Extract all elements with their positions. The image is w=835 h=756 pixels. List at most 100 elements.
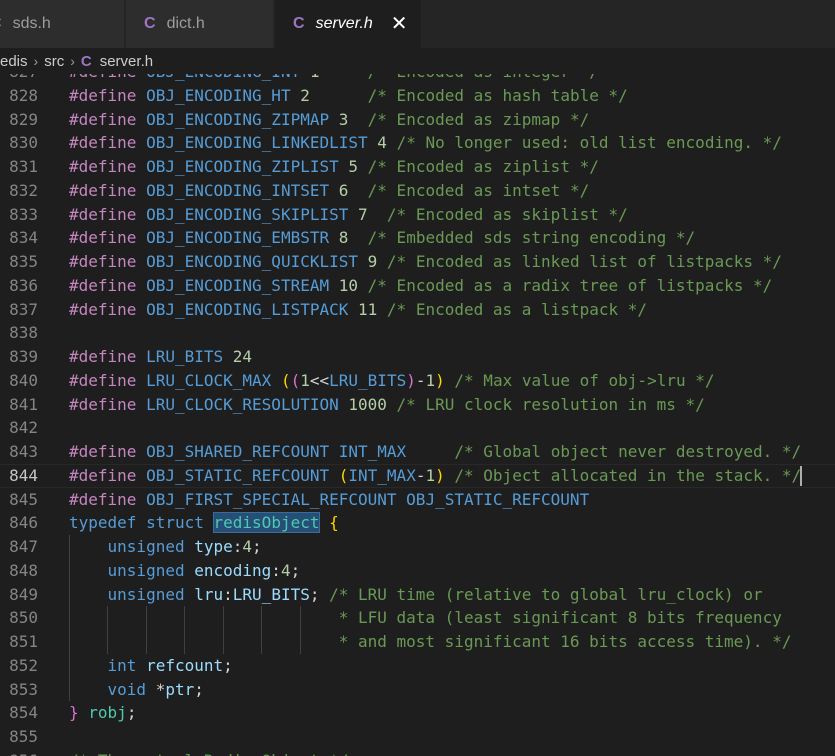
code-line[interactable]: 828 #define OBJ_ENCODING_HT 2 /* Encoded …	[0, 84, 835, 108]
code-text: typedef struct redisObject {	[69, 512, 339, 534]
code-line[interactable]: 829 #define OBJ_ENCODING_ZIPMAP 3 /* Enco…	[0, 108, 835, 132]
line-number: 831	[9, 157, 38, 176]
code-line[interactable]: 840 #define LRU_CLOCK_MAX ((1<<LRU_BITS)-…	[0, 369, 835, 393]
code-line[interactable]: 836 #define OBJ_ENCODING_STREAM 10 /* Enc…	[0, 274, 835, 298]
line-number: 844	[9, 465, 38, 485]
code-line[interactable]: 844 #define OBJ_STATIC_REFCOUNT (INT_MAX-…	[0, 464, 835, 488]
highlighted-symbol: redisObject	[212, 512, 321, 534]
code-line[interactable]: 852 int refcount;	[0, 654, 835, 678]
code-text: unsigned type:4;	[107, 537, 262, 556]
line-number: 827	[0, 74, 38, 84]
indent-guide	[69, 582, 70, 607]
code-line[interactable]: 854} robj;	[0, 701, 835, 725]
code-line[interactable]: 849 unsigned lru:LRU_BITS; /* LRU time (…	[0, 583, 835, 607]
code-line[interactable]: 832 #define OBJ_ENCODING_INTSET 6 /* Enco…	[0, 179, 835, 203]
code-text: void *ptr;	[107, 679, 204, 699]
tab-sds-h[interactable]: C sds.h	[0, 0, 125, 48]
line-number: 834	[9, 228, 38, 248]
c-file-icon: C	[0, 15, 2, 33]
code-line[interactable]: 831 #define OBJ_ENCODING_ZIPLIST 5 /* Enc…	[0, 155, 835, 179]
code-line[interactable]: 845 #define OBJ_FIRST_SPECIAL_REFCOUNT OB…	[0, 488, 835, 512]
close-tab-icon[interactable]: ✕	[391, 14, 408, 34]
code-line[interactable]: 853 void *ptr;	[0, 678, 835, 702]
line-number: 839	[9, 347, 38, 366]
indent-guide	[69, 535, 70, 559]
code-text: #define OBJ_ENCODING_INTSET 6 /* Encoded…	[69, 180, 590, 200]
code-text: #define LRU_CLOCK_MAX ((1<<LRU_BITS)-1) …	[69, 370, 715, 390]
code-line[interactable]: 838	[0, 321, 835, 345]
chevron-right-icon: ›	[70, 53, 75, 69]
line-number: 841	[9, 394, 38, 414]
indent-guide	[69, 630, 70, 654]
code-editor[interactable]: 827 #define OBJ_ENCODING_INT 1 /* Encoded…	[0, 74, 835, 756]
indent-guide	[145, 630, 147, 654]
line-number: 832	[9, 180, 38, 200]
indent-guide	[145, 606, 147, 630]
code-text: #define OBJ_STATIC_REFCOUNT (INT_MAX-1) …	[69, 465, 802, 485]
code-line[interactable]: 841 #define LRU_CLOCK_RESOLUTION 1000 /* …	[0, 393, 835, 417]
line-number: 847	[9, 537, 38, 556]
indent-guide	[107, 630, 109, 654]
code-text: #define OBJ_FIRST_SPECIAL_REFCOUNT OBJ_S…	[69, 489, 590, 509]
code-line[interactable]: 833 #define OBJ_ENCODING_SKIPLIST 7 /* En…	[0, 203, 835, 227]
code-text: * LFU data (least significant 8 bits fre…	[69, 608, 782, 628]
code-text: #define OBJ_ENCODING_ZIPLIST 5 /* Encode…	[69, 157, 599, 176]
code-line[interactable]: 847 unsigned type:4;	[0, 535, 835, 559]
code-text: #define OBJ_ENCODING_LISTPACK 11 /* Enco…	[69, 299, 648, 319]
indent-guide	[261, 606, 263, 630]
code-line[interactable]: 827 #define OBJ_ENCODING_INT 1 /* Encoded…	[0, 74, 835, 84]
line-number: 848	[9, 560, 38, 580]
line-number: 856	[0, 749, 38, 756]
code-text: /* The actual Redis Object */	[69, 749, 348, 756]
indent-guide	[69, 653, 70, 678]
code-text: #define OBJ_ENCODING_HT 2 /* Encoded as …	[69, 85, 628, 105]
indent-guide	[69, 606, 70, 630]
breadcrumb-file[interactable]: server.h	[100, 53, 153, 70]
code-line[interactable]: 843 #define OBJ_SHARED_REFCOUNT INT_MAX /…	[0, 440, 835, 464]
breadcrumb-folder-src[interactable]: src	[44, 53, 64, 70]
code-line[interactable]: 851 * and most significant 16 bits acces…	[0, 630, 835, 654]
code-line[interactable]: 850 * LFU data (least significant 8 bits…	[0, 606, 835, 630]
code-text: #define OBJ_ENCODING_LINKEDLIST 4 /* No …	[69, 133, 782, 153]
indent-guide	[184, 630, 186, 654]
code-line[interactable]: 830 #define OBJ_ENCODING_LINKEDLIST 4 /* …	[0, 131, 835, 155]
code-text: #define OBJ_ENCODING_ZIPMAP 3 /* Encoded…	[69, 109, 590, 129]
line-number: 835	[9, 252, 38, 271]
line-number: 855	[9, 727, 38, 746]
code-text: } robj;	[69, 703, 137, 723]
code-text: unsigned encoding:4;	[107, 560, 301, 580]
line-number: 851	[9, 632, 38, 651]
code-line[interactable]: 839 #define LRU_BITS 24	[0, 345, 835, 369]
tab-server-h[interactable]: C server.h ✕	[275, 0, 422, 48]
line-number: 829	[9, 109, 38, 129]
code-line[interactable]: 856 /* The actual Redis Object */	[0, 749, 835, 756]
code-line[interactable]: 855	[0, 725, 835, 749]
line-number: 853	[9, 679, 38, 699]
tab-label: sds.h	[12, 15, 51, 32]
line-number: 828	[9, 85, 38, 105]
code-line[interactable]: 834 #define OBJ_ENCODING_EMBSTR 8 /* Embe…	[0, 226, 835, 250]
line-number: 840	[9, 370, 38, 390]
tab-label: dict.h	[166, 15, 205, 32]
code-text: #define LRU_BITS 24	[69, 347, 253, 366]
code-text: #define OBJ_ENCODING_SKIPLIST 7 /* Encod…	[69, 204, 628, 224]
line-number: 830	[9, 133, 38, 153]
indent-guide	[107, 606, 109, 630]
code-text: #define OBJ_SHARED_REFCOUNT INT_MAX /* G…	[69, 442, 802, 461]
code-text: unsigned lru:LRU_BITS; /* LRU time (rela…	[107, 584, 763, 604]
indent-guide	[222, 630, 224, 654]
breadcrumb-folder-redis[interactable]: edis	[0, 53, 28, 70]
line-number: 849	[9, 584, 38, 604]
line-number: 836	[9, 275, 38, 295]
tab-dict-h[interactable]: C dict.h	[126, 0, 274, 48]
code-line[interactable]: 848 unsigned encoding:4;	[0, 559, 835, 583]
code-text: int refcount;	[107, 655, 233, 675]
code-text: #define LRU_CLOCK_RESOLUTION 1000 /* LRU…	[69, 394, 705, 414]
code-line[interactable]: 846 typedef struct redisObject {	[0, 511, 835, 535]
code-line[interactable]: 837 #define OBJ_ENCODING_LISTPACK 11 /* E…	[0, 298, 835, 322]
indent-guide	[69, 558, 70, 583]
code-line[interactable]: 842	[0, 416, 835, 440]
line-number: 837	[9, 299, 38, 319]
code-line[interactable]: 835 #define OBJ_ENCODING_QUICKLIST 9 /* E…	[0, 250, 835, 274]
line-number: 852	[9, 655, 38, 675]
